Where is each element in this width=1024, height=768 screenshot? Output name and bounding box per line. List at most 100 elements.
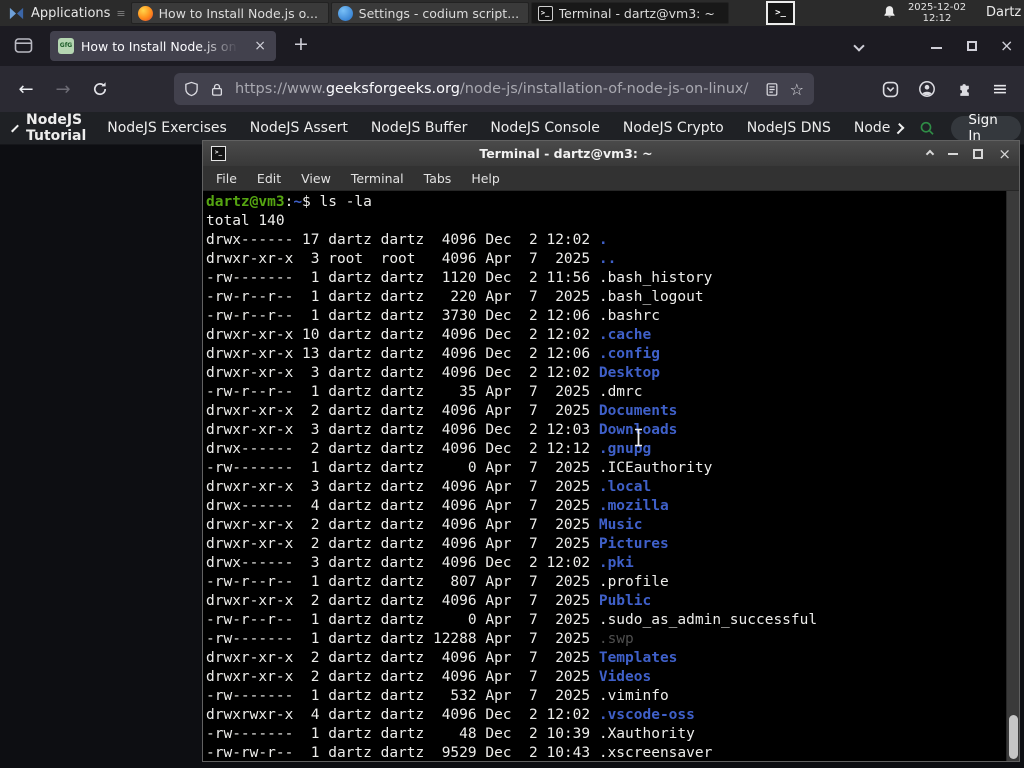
account-icon[interactable]	[911, 66, 943, 112]
panel-grip-icon: ≡	[116, 6, 125, 20]
terminal-line: drwxr-xr-x 13 dartz dartz 4096 Dec 2 12:…	[206, 346, 660, 362]
terminal-listing: drwx------ 17 dartz dartz 4096 Dec 2 12:…	[206, 231, 1019, 761]
gfg-favicon: GfG	[58, 38, 74, 54]
nav-back-link[interactable]: NodeJS Tutorial	[26, 112, 86, 144]
taskbar-button-label: Settings - codium script...	[358, 5, 520, 21]
sign-in-button[interactable]: Sign In	[951, 112, 1021, 144]
firefox-toolbar: ← → https://www.geeksforgeeks.org/node-j…	[0, 66, 1024, 112]
url-text: https://www.geeksforgeeks.org/node-js/in…	[235, 81, 754, 97]
terminal-maximize-icon[interactable]	[973, 148, 984, 159]
terminal-line: drwxr-xr-x 10 dartz dartz 4096 Dec 2 12:…	[206, 327, 652, 343]
taskbar: How to Install Node.js o... Settings - co…	[130, 2, 729, 24]
terminal-minimize-icon[interactable]	[948, 152, 959, 155]
terminal-line: drwxr-xr-x 2 dartz dartz 4096 Apr 7 2025…	[206, 403, 678, 419]
pocket-icon[interactable]	[874, 66, 906, 112]
window-close-icon[interactable]: ×	[1000, 38, 1013, 54]
window-minimize-icon[interactable]	[931, 47, 942, 49]
top-panel: Applications ≡ How to Install Node.js o.…	[0, 0, 1024, 26]
forward-button[interactable]: →	[46, 66, 80, 112]
terminal-line: -rw-r--r-- 1 dartz dartz 35 Apr 7 2025 .…	[206, 384, 643, 400]
terminal-line: -rw-r--r-- 1 dartz dartz 220 Apr 7 2025 …	[206, 289, 704, 305]
url-domain: geeksforgeeks.org	[325, 81, 460, 97]
firefox-tab-bar: GfG How to Install Node.js on × + ×	[0, 26, 1024, 66]
terminal-menu-help[interactable]: Help	[461, 171, 510, 186]
applications-label: Applications	[31, 5, 111, 21]
terminal-total-line: total 140	[206, 213, 285, 229]
tray-terminal-icon[interactable]: >_	[766, 1, 795, 25]
nav-item[interactable]: NodeJS Exercises	[107, 120, 227, 136]
terminal-line: drwxr-xr-x 3 dartz dartz 4096 Dec 2 12:0…	[206, 422, 677, 438]
terminal-line: -rw------- 1 dartz dartz 1120 Dec 2 11:5…	[206, 270, 713, 286]
url-bar[interactable]: https://www.geeksforgeeks.org/node-js/in…	[174, 73, 814, 105]
back-button[interactable]: ←	[9, 66, 43, 112]
nav-item[interactable]: Node	[854, 120, 891, 136]
terminal-line: drwxr-xr-x 2 dartz dartz 4096 Apr 7 2025…	[206, 517, 643, 533]
nav-right-group: Sign In	[893, 112, 1021, 144]
prompt-path: ~	[293, 194, 303, 210]
terminal-menu-tabs[interactable]: Tabs	[414, 171, 462, 186]
applications-icon	[9, 7, 24, 19]
terminal-line: drwx------ 2 dartz dartz 4096 Dec 2 12:1…	[206, 441, 652, 457]
reload-icon	[93, 82, 107, 96]
terminal-line: -rw-r--r-- 1 dartz dartz 3730 Dec 2 12:0…	[206, 308, 660, 324]
nav-item[interactable]: NodeJS Buffer	[371, 120, 468, 136]
terminal-scrollbar[interactable]	[1006, 191, 1019, 761]
notification-bell-icon[interactable]	[882, 5, 897, 24]
terminal-line: -rw-r--r-- 1 dartz dartz 0 Apr 7 2025 .s…	[206, 612, 818, 628]
list-all-tabs-icon[interactable]	[853, 40, 865, 52]
window-maximize-icon[interactable]	[967, 41, 977, 51]
terminal-line: drwx------ 17 dartz dartz 4096 Dec 2 12:…	[206, 232, 608, 248]
terminal-line: drwxr-xr-x 2 dartz dartz 4096 Apr 7 2025…	[206, 650, 678, 666]
prompt-separator: :	[284, 194, 294, 210]
taskbar-button-codium[interactable]: Settings - codium script...	[330, 2, 529, 24]
terminal-menu-terminal[interactable]: Terminal	[341, 171, 414, 186]
new-tab-button[interactable]: +	[288, 33, 314, 55]
reader-mode-icon[interactable]	[765, 82, 779, 97]
terminal-line: -rw-r--r-- 1 dartz dartz 807 Apr 7 2025 …	[206, 574, 669, 590]
bookmark-star-icon[interactable]: ☆	[790, 80, 804, 99]
terminal-menu-edit[interactable]: Edit	[247, 171, 291, 186]
terminal-title: Terminal - dartz@vm3: ~	[479, 146, 653, 161]
nav-item[interactable]: NodeJS Assert	[250, 120, 348, 136]
terminal-line: drwxr-xr-x 2 dartz dartz 4096 Apr 7 2025…	[206, 593, 652, 609]
firefox-view-icon[interactable]	[14, 37, 33, 58]
browser-tab-active[interactable]: GfG How to Install Node.js on ×	[50, 31, 276, 61]
terminal-line: drwxrwxr-x 4 dartz dartz 4096 Dec 2 12:0…	[206, 707, 695, 723]
firefox-icon	[137, 5, 153, 21]
menu-hamburger-icon[interactable]: ≡	[984, 66, 1016, 112]
url-prefix: https://www.	[235, 81, 326, 97]
nav-back-chevron-icon[interactable]	[11, 124, 19, 132]
nav-item[interactable]: NodeJS DNS	[747, 120, 831, 136]
terminal-scrollbar-thumb[interactable]	[1009, 715, 1018, 759]
lock-icon[interactable]	[210, 82, 224, 97]
prompt-user: dartz@vm3	[206, 194, 285, 210]
nav-items: NodeJS Exercises NodeJS Assert NodeJS Buff…	[107, 120, 890, 136]
terminal-output[interactable]: dartz@vm3:~$ ls -la total 140 drwx------…	[203, 191, 1019, 761]
panel-user-label[interactable]: Dartz	[986, 5, 1021, 20]
nav-item[interactable]: NodeJS Console	[490, 120, 600, 136]
nav-scroll-right-icon[interactable]	[893, 122, 905, 134]
terminal-line: -rw------- 1 dartz dartz 0 Apr 7 2025 .I…	[206, 460, 713, 476]
terminal-line: drwxr-xr-x 2 dartz dartz 4096 Apr 7 2025…	[206, 669, 652, 685]
terminal-menu-view[interactable]: View	[291, 171, 341, 186]
taskbar-button-firefox[interactable]: How to Install Node.js o...	[130, 2, 329, 24]
tab-close-icon[interactable]: ×	[252, 38, 268, 54]
reload-button[interactable]	[83, 66, 117, 112]
terminal-close-icon[interactable]: ×	[998, 146, 1011, 161]
prompt-command: $ ls -la	[302, 194, 372, 210]
taskbar-button-terminal[interactable]: >_ Terminal - dartz@vm3: ~	[530, 2, 729, 24]
terminal-line: drwx------ 3 dartz dartz 4096 Dec 2 12:0…	[206, 555, 634, 571]
terminal-line: drwxr-xr-x 3 dartz dartz 4096 Apr 7 2025…	[206, 479, 652, 495]
nav-item[interactable]: NodeJS Crypto	[623, 120, 724, 136]
panel-clock[interactable]: 2025-12-02 12:12	[903, 2, 971, 24]
terminal-line: drwxr-xr-x 2 dartz dartz 4096 Apr 7 2025…	[206, 536, 669, 552]
terminal-menu-file[interactable]: File	[206, 171, 247, 186]
terminal-line: -rw------- 1 dartz dartz 48 Dec 2 10:39 …	[206, 726, 695, 742]
extensions-puzzle-icon[interactable]	[947, 66, 979, 112]
tracking-shield-icon[interactable]	[184, 81, 199, 97]
taskbar-button-label: Terminal - dartz@vm3: ~	[558, 5, 715, 21]
terminal-title-bar[interactable]: >_ Terminal - dartz@vm3: ~ ×	[203, 141, 1019, 166]
search-icon[interactable]	[920, 119, 935, 138]
applications-menu-button[interactable]: Applications	[0, 0, 116, 26]
terminal-shade-icon[interactable]	[926, 149, 935, 158]
